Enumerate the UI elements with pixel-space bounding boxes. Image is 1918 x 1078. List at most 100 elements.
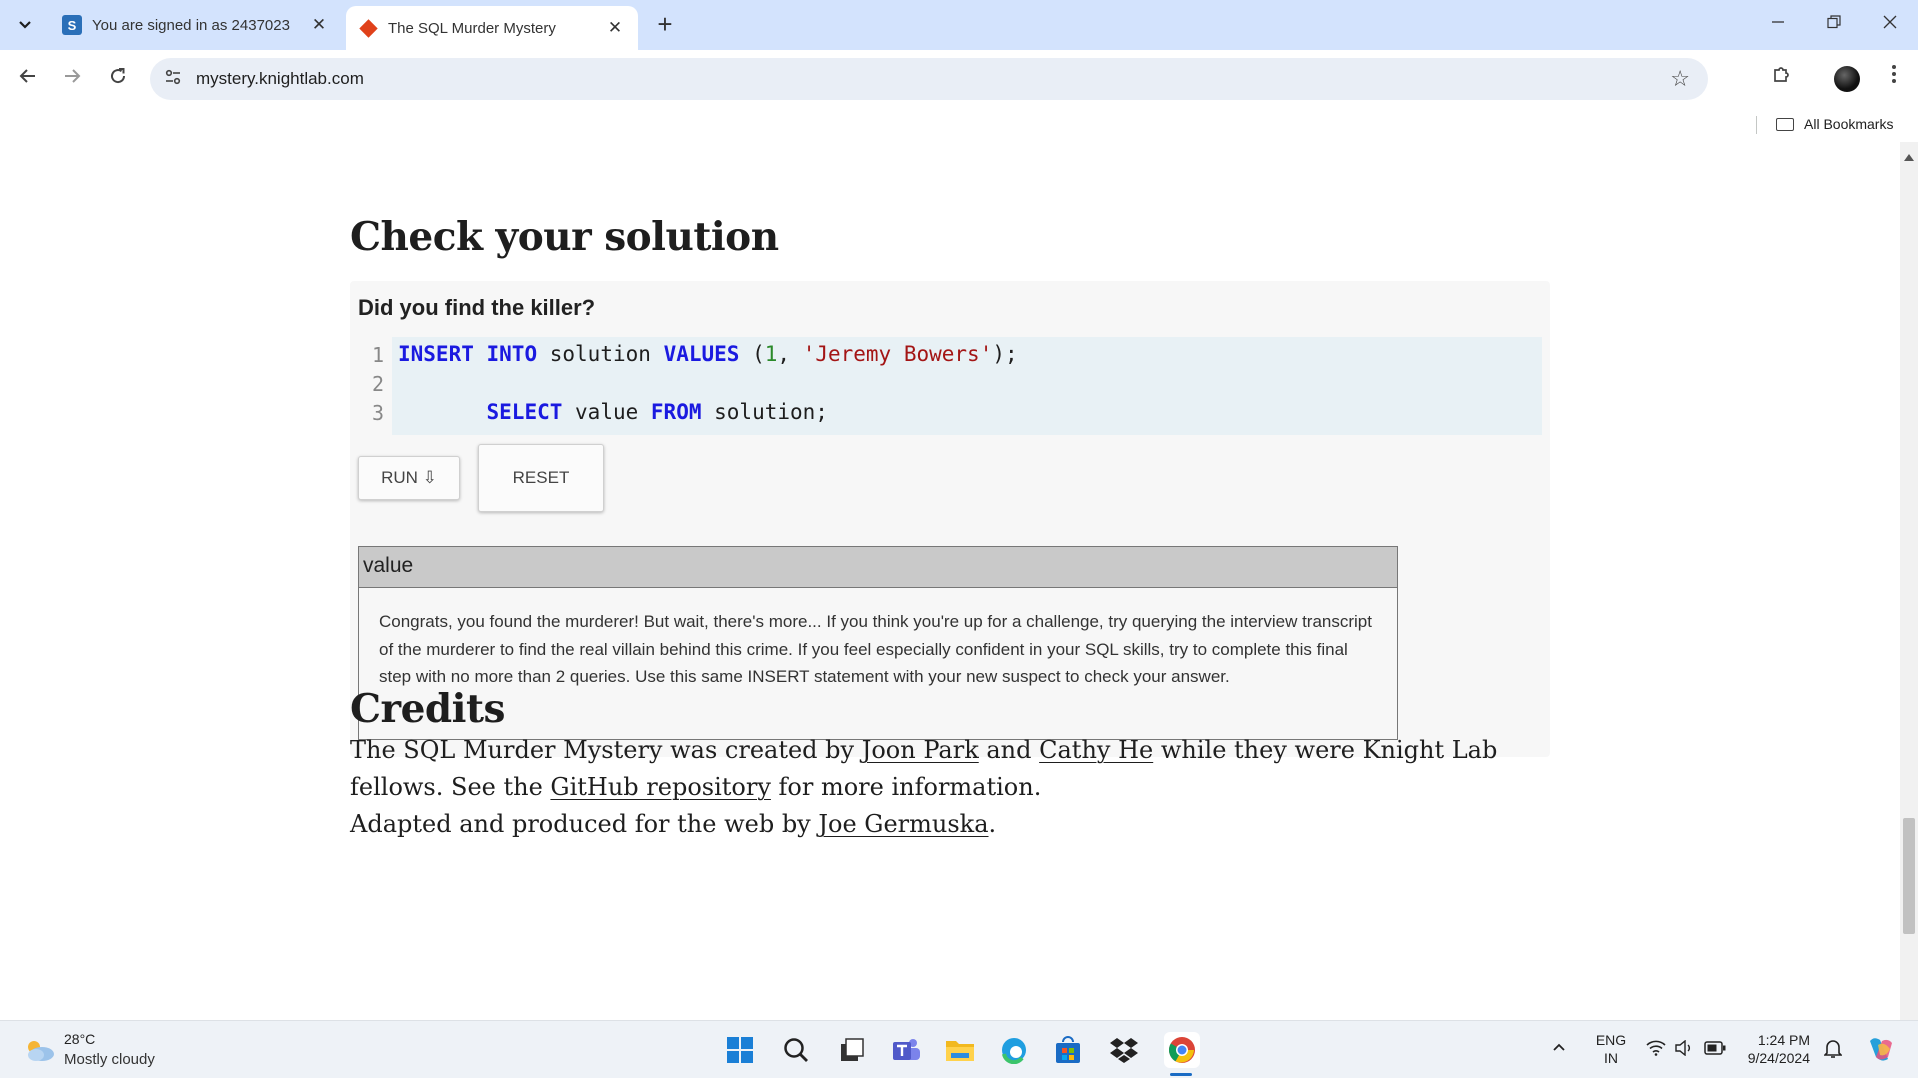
kebab-menu-icon	[1892, 65, 1896, 83]
copilot-icon[interactable]	[1866, 1035, 1896, 1066]
url-text: mystery.knightlab.com	[196, 69, 364, 88]
teams-icon[interactable]	[890, 1034, 922, 1066]
line-number: 2	[372, 372, 385, 396]
credits-text: .	[988, 810, 997, 838]
sql-identifier: value	[575, 400, 639, 424]
joe-germuska-link[interactable]: Joe Germuska	[818, 810, 988, 838]
sql-identifier: solution;	[714, 400, 828, 424]
credits-paragraph: The SQL Murder Mystery was created by Jo…	[350, 732, 1580, 806]
scroll-thumb[interactable]	[1903, 818, 1915, 934]
code-line-1: INSERT INTO solution VALUES (1, 'Jeremy …	[398, 342, 1018, 366]
sql-keyword: SELECT	[486, 400, 563, 424]
new-tab-button[interactable]: +	[650, 10, 680, 40]
line-number: 1	[372, 343, 385, 367]
menu-button[interactable]	[1876, 60, 1912, 96]
scroll-up-arrow-icon[interactable]	[1904, 154, 1914, 161]
code-line-3: SELECT value FROM solution;	[398, 400, 828, 424]
chrome-icon[interactable]	[1164, 1032, 1200, 1068]
all-bookmarks-button[interactable]: All Bookmarks	[1776, 116, 1893, 132]
s-icon: S	[62, 15, 82, 35]
sql-punct: (	[752, 342, 765, 366]
tab-title: The SQL Murder Mystery	[388, 19, 556, 37]
sql-number: 1	[764, 342, 778, 366]
sql-editor[interactable]: INSERT INTO solution VALUES (1, 'Jeremy …	[392, 337, 1542, 435]
clock[interactable]: 1:24 PM 9/24/2024	[1740, 1032, 1810, 1066]
sql-indent	[398, 400, 487, 424]
windows-start-icon[interactable]	[724, 1034, 756, 1066]
weather-description[interactable]: Mostly cloudy	[64, 1051, 155, 1068]
show-hidden-icons-icon[interactable]	[1552, 1039, 1566, 1057]
dropbox-icon[interactable]	[1108, 1034, 1140, 1066]
weather-temperature[interactable]: 28°C	[64, 1031, 95, 1047]
reload-icon	[111, 68, 126, 84]
store-icon[interactable]	[1052, 1034, 1084, 1066]
volume-icon[interactable]	[1674, 1039, 1694, 1059]
close-icon[interactable]: ✕	[308, 15, 330, 35]
windows-taskbar: 28°C Mostly cloudy ENG IN 1:24 PM 9/24/2…	[0, 1020, 1918, 1078]
check-solution-heading: Check your solution	[350, 214, 779, 260]
search-icon[interactable]	[780, 1034, 812, 1066]
sql-punct: );	[992, 342, 1018, 366]
sql-identifier: solution	[549, 342, 651, 366]
joon-park-link[interactable]: Joon Park	[862, 736, 979, 764]
diamond-icon	[358, 18, 378, 38]
forward-button[interactable]	[54, 60, 90, 96]
close-icon[interactable]: ✕	[604, 18, 626, 38]
task-view-icon[interactable]	[836, 1034, 868, 1066]
puzzle-icon	[1774, 67, 1789, 82]
result-cell: Congrats, you found the murderer! But wa…	[379, 612, 1372, 686]
wifi-icon[interactable]	[1646, 1040, 1666, 1059]
site-settings-icon[interactable]	[164, 68, 182, 91]
active-app-indicator	[1170, 1073, 1192, 1076]
edge-icon[interactable]	[998, 1034, 1030, 1066]
address-bar[interactable]: mystery.knightlab.com ☆	[150, 58, 1708, 100]
close-window-button[interactable]	[1864, 6, 1916, 40]
close-icon	[1883, 15, 1897, 29]
run-button[interactable]: RUN ⇩	[358, 456, 460, 500]
notification-bell-icon[interactable]	[1823, 1039, 1843, 1062]
result-column-header: value	[359, 547, 1397, 588]
sql-punct: ,	[777, 342, 803, 366]
divider	[1756, 116, 1757, 134]
profile-avatar[interactable]	[1834, 66, 1860, 92]
credits-text: Adapted and produced for the web by	[350, 810, 819, 838]
credits-paragraph: Adapted and produced for the web by Joe …	[350, 806, 1580, 843]
chevron-down-icon	[19, 21, 31, 29]
cloud-sun-icon[interactable]	[22, 1037, 56, 1063]
page-viewport: Check your solution Did you find the kil…	[0, 142, 1898, 1020]
sql-keyword: INTO	[486, 342, 538, 366]
question-heading: Did you find the killer?	[358, 295, 596, 320]
credits-heading: Credits	[350, 686, 505, 732]
reset-button[interactable]: RESET	[478, 444, 604, 512]
vertical-scrollbar[interactable]	[1900, 142, 1918, 1020]
bookmarks-bar: All Bookmarks	[0, 108, 1918, 142]
reload-button[interactable]	[100, 60, 136, 96]
region-label: IN	[1604, 1050, 1618, 1066]
battery-icon[interactable]	[1704, 1041, 1726, 1058]
minimize-button[interactable]	[1752, 6, 1804, 40]
tab-search-button[interactable]	[8, 8, 42, 42]
tab-strip: S You are signed in as 2437023 ✕ The SQL…	[0, 0, 1918, 50]
restore-icon	[1827, 15, 1841, 29]
sql-keyword: VALUES	[663, 342, 740, 366]
file-explorer-icon[interactable]	[944, 1034, 976, 1066]
minimize-icon	[1772, 21, 1784, 23]
browser-toolbar: mystery.knightlab.com ☆	[0, 50, 1918, 108]
tab-signed-in[interactable]: S You are signed in as 2437023 ✕	[50, 6, 342, 44]
result-table: value Congrats, you found the murderer! …	[358, 546, 1398, 740]
back-button[interactable]	[10, 60, 46, 96]
github-repository-link[interactable]: GitHub repository	[550, 773, 770, 801]
cathy-he-link[interactable]: Cathy He	[1039, 736, 1153, 764]
restore-button[interactable]	[1808, 6, 1860, 40]
line-number: 3	[372, 401, 385, 425]
clock-date: 9/24/2024	[1747, 1050, 1810, 1066]
input-language[interactable]: ENG IN	[1594, 1032, 1628, 1066]
credits-text: and	[978, 736, 1040, 764]
back-arrow-icon	[19, 69, 35, 83]
bookmark-star-icon[interactable]: ☆	[1670, 66, 1690, 92]
solution-panel: Did you find the killer? 1 2 3 INSERT IN…	[350, 281, 1550, 757]
tab-sql-murder-mystery[interactable]: The SQL Murder Mystery ✕	[346, 6, 638, 50]
extensions-button[interactable]	[1764, 60, 1800, 96]
credits-text: The SQL Murder Mystery was created by	[350, 736, 862, 764]
sql-keyword: INSERT	[398, 342, 474, 366]
